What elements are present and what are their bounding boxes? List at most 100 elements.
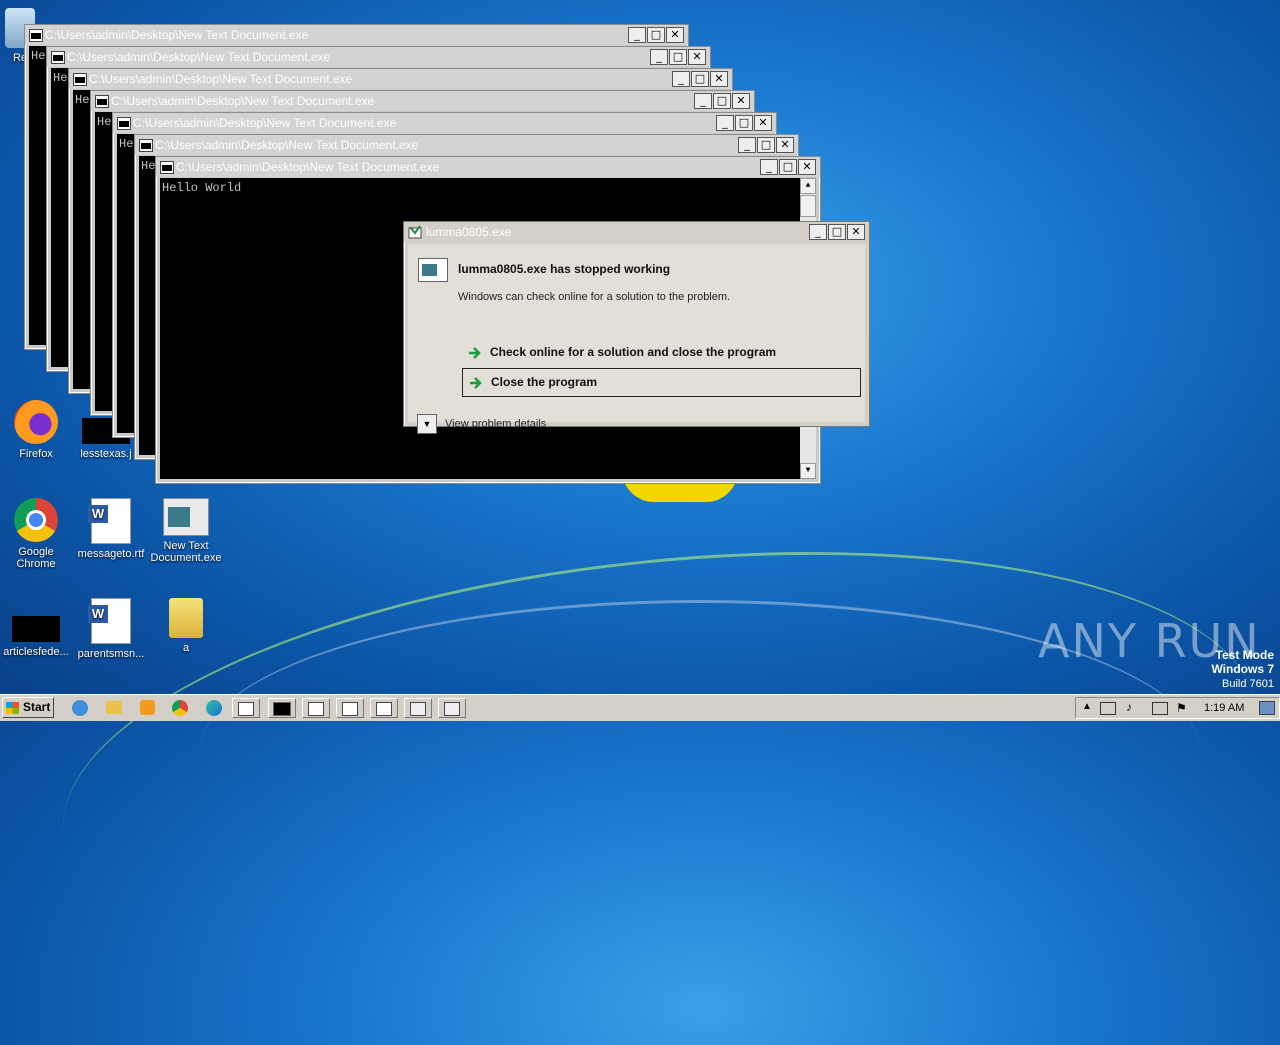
chrome-icon: [172, 700, 188, 716]
build-label: Build 7601: [1222, 678, 1274, 690]
show-hidden-icons-button[interactable]: ▲: [1082, 701, 1092, 712]
ie-button[interactable]: [66, 698, 94, 718]
exe-icon: [444, 702, 460, 716]
ie-icon: [72, 700, 88, 716]
edge-button[interactable]: [200, 698, 228, 718]
close-button[interactable]: ✕: [798, 159, 816, 175]
window-title: C:\Users\admin\Desktop\New Text Document…: [89, 72, 353, 86]
close-program-option[interactable]: Close the program: [462, 368, 861, 397]
desktop-icon-folder-a[interactable]: a: [150, 598, 222, 654]
minimize-button[interactable]: _: [809, 224, 827, 240]
action-center-icon[interactable]: [1100, 702, 1116, 715]
minimize-button[interactable]: _: [672, 71, 690, 87]
app-icon: [408, 225, 422, 239]
minimize-button[interactable]: _: [628, 27, 646, 43]
minimize-button[interactable]: _: [694, 93, 712, 109]
console-text: He: [31, 49, 46, 63]
taskbar-exe-2[interactable]: [438, 698, 466, 718]
close-button[interactable]: ✕: [688, 49, 706, 65]
desktop-icon-parentsmsn[interactable]: W parentsmsn...: [75, 598, 147, 660]
maximize-button[interactable]: □: [691, 71, 709, 87]
show-desktop-button[interactable]: [1259, 701, 1275, 715]
console-text: He: [141, 159, 156, 173]
console-icon: [139, 139, 153, 152]
maximize-button[interactable]: □: [757, 137, 775, 153]
exe-icon: [163, 498, 209, 536]
dialog-heading: lumma0805.exe has stopped working: [458, 262, 671, 276]
clock[interactable]: 1:19 AM: [1204, 702, 1244, 714]
console-icon: [73, 73, 87, 86]
console-text: He: [75, 93, 90, 107]
maximize-button[interactable]: □: [713, 93, 731, 109]
window-title: C:\Users\admin\Desktop\New Text Document…: [111, 94, 375, 108]
taskbar-lumma-2[interactable]: [336, 698, 364, 718]
desktop-icon-google-chrome[interactable]: Google Chrome: [0, 498, 72, 570]
check-online-option[interactable]: Check online for a solution and close th…: [462, 340, 860, 364]
close-button[interactable]: ✕: [732, 93, 750, 109]
chrome-button[interactable]: [166, 698, 194, 718]
app-icon: [342, 702, 358, 716]
media-icon: [139, 700, 155, 715]
minimize-button[interactable]: _: [650, 49, 668, 65]
taskbar-lumma-3[interactable]: [370, 698, 398, 718]
close-button[interactable]: ✕: [847, 224, 865, 240]
scroll-down-button[interactable]: ▼: [800, 463, 816, 479]
firefox-icon: [14, 400, 58, 444]
volume-icon[interactable]: ♪: [1126, 700, 1132, 714]
edge-icon: [206, 700, 222, 716]
close-button[interactable]: ✕: [754, 115, 772, 131]
network-icon[interactable]: [1152, 702, 1168, 715]
minimize-button[interactable]: _: [716, 115, 734, 131]
flag-icon[interactable]: ⚑: [1176, 701, 1187, 715]
desktop-icon-firefox[interactable]: Firefox: [0, 400, 72, 460]
dialog-title: lumma0805.exe: [426, 225, 512, 239]
maximize-button[interactable]: □: [828, 224, 846, 240]
media-player-button[interactable]: [133, 698, 161, 718]
dialog-message: Windows can check online for a solution …: [458, 291, 731, 303]
window-icon: [238, 702, 254, 716]
minimize-button[interactable]: _: [738, 137, 756, 153]
desktop-icon-articlesfede[interactable]: articlesfede...: [0, 598, 72, 658]
window-title: C:\Users\admin\Desktop\New Text Document…: [176, 160, 440, 174]
close-button[interactable]: ✕: [776, 137, 794, 153]
folder-icon: [106, 701, 122, 714]
window-title: C:\Users\admin\Desktop\New Text Document…: [133, 116, 397, 130]
start-button[interactable]: Start: [2, 697, 54, 718]
scroll-up-button[interactable]: ▲: [800, 178, 816, 194]
exe-icon: [410, 702, 426, 716]
maximize-button[interactable]: □: [647, 27, 665, 43]
console-icon: [29, 29, 43, 42]
maximize-button[interactable]: □: [735, 115, 753, 131]
green-arrow-icon: [469, 346, 481, 359]
console-text: He: [97, 115, 112, 129]
explorer-button[interactable]: [100, 698, 128, 718]
taskbar-app-1[interactable]: [232, 698, 260, 718]
taskbar-exe-1[interactable]: [404, 698, 432, 718]
maximize-button[interactable]: □: [669, 49, 687, 65]
close-button[interactable]: ✕: [666, 27, 684, 43]
console-icon: [160, 161, 174, 174]
program-icon: [418, 258, 448, 282]
error-dialog[interactable]: lumma0805.exe _ □ ✕ lumma0805.exe has stop…: [403, 221, 870, 434]
scroll-thumb[interactable]: [800, 195, 816, 217]
window-title: C:\Users\admin\Desktop\New Text Document…: [155, 138, 419, 152]
window-title: C:\Users\admin\Desktop\New Text Document…: [67, 50, 331, 64]
console-text: He: [119, 137, 134, 151]
taskbar-lumma-1[interactable]: [302, 698, 330, 718]
maximize-button[interactable]: □: [779, 159, 797, 175]
green-arrow-icon: [470, 376, 482, 389]
view-details-label[interactable]: View problem details: [445, 418, 546, 430]
folder-icon: [169, 598, 203, 638]
taskbar-cmd[interactable]: [268, 698, 296, 718]
close-button[interactable]: ✕: [710, 71, 728, 87]
windows-logo-icon: [6, 702, 19, 714]
minimize-button[interactable]: _: [760, 159, 778, 175]
word-document-icon: W: [88, 498, 131, 544]
app-icon: [308, 702, 324, 716]
desktop-icon-messageto[interactable]: W messageto.rtf: [75, 498, 147, 560]
console-icon: [117, 117, 131, 130]
chrome-icon: [14, 498, 58, 542]
taskbar: Start ▲ ♪ ⚑ 1:19 AM: [0, 694, 1280, 721]
desktop-icon-new-text-document-exe[interactable]: New Text Document.exe: [150, 498, 222, 564]
details-expand-button[interactable]: ▼: [417, 414, 437, 434]
